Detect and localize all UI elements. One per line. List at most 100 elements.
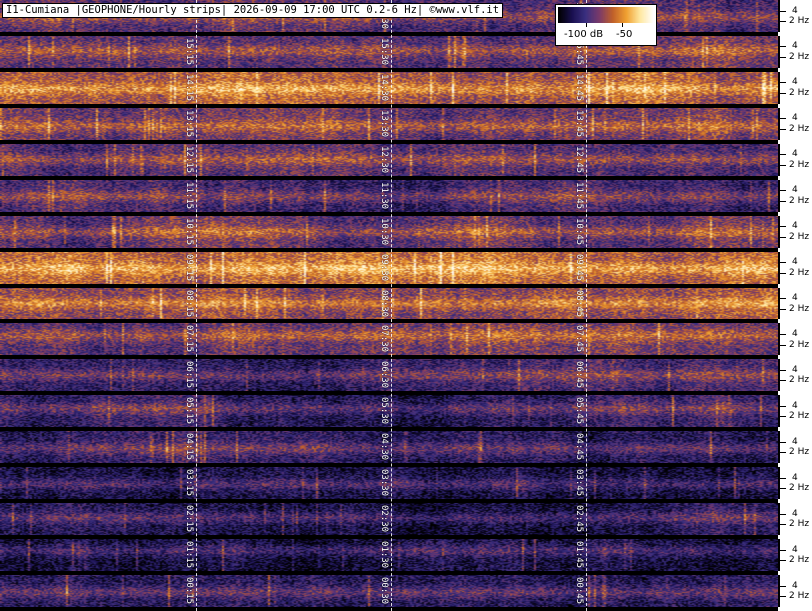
axis-label-2hz: 2 Hz: [789, 267, 810, 278]
axis-label-4: 4: [792, 329, 798, 339]
strip-hour-04: [0, 431, 778, 464]
axis-label-2hz: 2 Hz: [789, 87, 810, 98]
time-label: 10:45: [574, 217, 584, 245]
time-label: 05:15: [184, 397, 194, 425]
axis-segment: [778, 503, 780, 536]
time-label: 11:15: [184, 181, 194, 209]
time-label: 00:45: [574, 577, 584, 605]
axis-segment: [778, 179, 780, 212]
time-label: 03:30: [379, 469, 389, 497]
axis-tick: [778, 441, 786, 443]
strip-hour-07: [0, 323, 778, 356]
axis-segment: [778, 143, 780, 176]
time-label: 07:15: [184, 325, 194, 353]
time-label: 13:30: [379, 109, 389, 137]
frequency-axis: 42 Hz 4 2 Hz 4 2 Hz 4 2 Hz 4 2 Hz 4 2 Hz 4 2 Hz 4 2 Hz…: [778, 0, 812, 611]
time-label: 00:30: [379, 577, 389, 605]
axis-segment: [778, 539, 780, 572]
strip-hour-13: [0, 107, 778, 140]
axis-tick: [778, 308, 786, 310]
axis-label-4: 4: [792, 257, 798, 268]
time-label: 03:15: [184, 469, 194, 497]
legend-tick-low: [586, 23, 587, 27]
strip-hour-00: [0, 575, 778, 607]
time-label: 04:15: [184, 433, 194, 461]
time-label: 03:45: [574, 469, 584, 497]
axis-label-4: 4: [792, 113, 798, 124]
axis-tick: [778, 10, 786, 12]
time-label: 14:30: [379, 73, 389, 101]
strip-hour-03: [0, 467, 778, 500]
axis-label-4: 4: [792, 436, 798, 447]
time-label: 01:15: [184, 541, 194, 569]
axis-label-4: 4: [792, 293, 798, 304]
axis-label-2hz: 2 Hz: [789, 519, 810, 530]
spectrogram-area: 1616:3016:4515:1515:3015:4514:1514:3014:…: [0, 0, 778, 611]
axis-tick: [778, 57, 786, 59]
axis-label-2hz: 2 Hz: [789, 195, 810, 206]
axis-tick: [778, 369, 786, 371]
time-label: 14:45: [574, 73, 584, 101]
time-label: 02:30: [379, 505, 389, 533]
axis-label-2hz: 2 Hz: [789, 123, 810, 134]
axis-segment: [778, 467, 780, 500]
quarter-hour-gridline: [391, 0, 392, 611]
axis-label-4: 4: [792, 472, 798, 483]
time-label: 08:30: [379, 289, 389, 317]
time-label: 11:30: [379, 181, 389, 209]
axis-tick: [778, 380, 786, 382]
axis-tick: [778, 128, 786, 130]
axis-label-4: 4: [792, 364, 798, 375]
time-label: 05:30: [379, 397, 389, 425]
axis-segment: [778, 107, 780, 140]
strip-hour-05: [0, 395, 778, 428]
axis-tick: [778, 118, 786, 120]
time-label: 14:15: [184, 73, 194, 101]
axis-tick: [778, 405, 786, 407]
axis-tick: [778, 21, 786, 23]
legend-high-label: -50: [616, 29, 633, 40]
time-label: 15:15: [184, 37, 194, 66]
time-label: 06:45: [574, 361, 584, 389]
axis-segment: [778, 323, 780, 356]
axis-tick: [778, 488, 786, 490]
axis-segment: [778, 431, 780, 464]
axis-label-4: 4: [792, 77, 798, 88]
quarter-hour-gridline: [196, 0, 197, 611]
axis-label-4: 4: [792, 41, 798, 52]
axis-tick: [778, 92, 786, 94]
time-label: 15:30: [379, 37, 389, 66]
axis-label-2hz: 2 Hz: [789, 52, 810, 63]
legend-low-label: -100 dB: [564, 29, 604, 40]
axis-label-4: 4: [792, 149, 798, 160]
time-label: 07:45: [574, 325, 584, 353]
axis-tick: [778, 416, 786, 418]
time-label: 13:15: [184, 109, 194, 137]
axis-tick: [778, 164, 786, 166]
legend-tick-high: [622, 23, 623, 27]
color-scale-bar: [558, 7, 654, 23]
axis-tick: [778, 549, 786, 551]
axis-label-2hz: 2 Hz: [789, 483, 810, 494]
axis-tick: [778, 560, 786, 562]
time-label: 09:15: [184, 253, 194, 281]
axis-segment: [778, 35, 780, 68]
strip-hour-06: [0, 359, 778, 392]
time-label: 12:15: [184, 145, 194, 173]
axis-tick: [778, 344, 786, 346]
axis-label-2hz: 2 Hz: [789, 231, 810, 242]
axis-label-4: 4: [792, 221, 798, 232]
strip-hour-14: [0, 71, 778, 104]
axis-segment: [778, 251, 780, 284]
time-label: 02:45: [574, 505, 584, 533]
axis-tick: [778, 190, 786, 192]
strip-hour-15: [0, 35, 778, 68]
axis-tick: [778, 154, 786, 156]
axis-tick: [778, 477, 786, 479]
color-scale-legend: -100 dB -50: [555, 4, 657, 46]
time-label: 06:30: [379, 361, 389, 389]
time-label: 07:30: [379, 325, 389, 353]
axis-label-4: 4: [792, 544, 798, 555]
axis-tick: [778, 226, 786, 228]
time-label: 05:45: [574, 397, 584, 425]
